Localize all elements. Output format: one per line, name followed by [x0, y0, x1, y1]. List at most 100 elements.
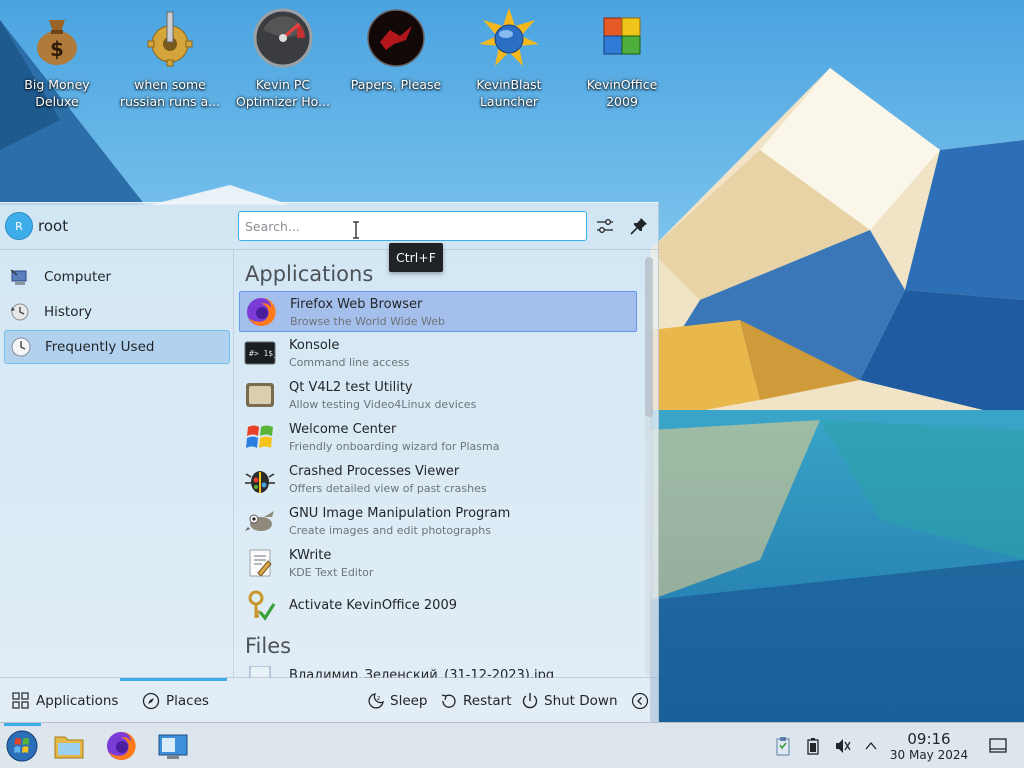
restart-label: Restart — [463, 692, 512, 709]
app-description: Offers detailed view of past crashes — [289, 482, 487, 495]
scrollbar-handle[interactable] — [645, 257, 653, 417]
app-item-konsole[interactable]: #> 1$_ Konsole Command line access — [239, 333, 637, 374]
firefox-icon — [247, 297, 276, 326]
app-item-kwrite[interactable]: KWrite KDE Text Editor — [239, 543, 637, 584]
desktop-icon-label: Kevin PC Optimizer Ho... — [236, 77, 330, 109]
app-name: Activate KevinOffice 2009 — [289, 598, 457, 613]
clock-time[interactable]: 09:16 — [896, 730, 962, 748]
show-hidden-icons-button[interactable] — [860, 735, 882, 757]
system-settings-button[interactable] — [155, 728, 191, 764]
clock-icon — [11, 337, 31, 357]
grid-icon — [12, 691, 29, 709]
sidebar-item-frequently-used[interactable]: Frequently Used — [4, 330, 230, 364]
power-icon — [522, 692, 538, 708]
clock-date[interactable]: 30 May 2024 — [886, 748, 972, 762]
app-description: Create images and edit photographs — [289, 524, 492, 537]
username: root — [38, 217, 69, 235]
app-name: Firefox Web Browser — [290, 297, 423, 312]
file-manager-button[interactable] — [51, 728, 87, 764]
sliders-icon — [597, 219, 613, 233]
desktop-icon-kevin-pc-optimizer[interactable]: Kevin PC Optimizer Ho... — [228, 8, 338, 120]
svg-text:$: $ — [50, 37, 64, 61]
firefox-icon — [107, 731, 136, 760]
terminal-icon: #> 1$_ — [244, 341, 276, 365]
battery-icon — [807, 738, 819, 755]
shortcut-tooltip: Ctrl+F — [389, 243, 443, 272]
history-icon — [11, 303, 29, 321]
app-item-activate-kevinoffice[interactable]: Activate KevinOffice 2009 — [239, 586, 637, 627]
text-cursor-icon — [353, 221, 359, 239]
more-actions-button[interactable] — [631, 678, 649, 723]
desktop-icon-papers-please[interactable]: Papers, Please — [341, 8, 451, 120]
application-launcher: R root Computer — [0, 202, 659, 722]
section-title-files: Files — [245, 634, 292, 658]
app-name: Qt V4L2 test Utility — [289, 380, 413, 395]
launcher-header: R root — [0, 203, 659, 250]
sleep-icon: z — [368, 692, 384, 708]
gimp-icon — [245, 511, 274, 531]
app-description: Browse the World Wide Web — [290, 315, 446, 328]
desktop-icon-label: Papers, Please — [350, 77, 442, 92]
key-check-icon — [248, 590, 276, 621]
volume-tray[interactable] — [832, 735, 854, 757]
configure-button[interactable] — [594, 215, 616, 237]
app-item-crashed-processes-viewer[interactable]: Crashed Processes Viewer Offers detailed… — [239, 459, 637, 500]
app-name: Welcome Center — [289, 422, 397, 437]
taskbar: 09:16 30 May 2024 — [0, 722, 1024, 768]
app-item-qt-v4l2[interactable]: Qt V4L2 test Utility Allow testing Video… — [239, 375, 637, 416]
restart-icon — [441, 693, 456, 708]
avatar[interactable]: R — [5, 212, 33, 240]
app-item-welcome-center[interactable]: Welcome Center Friendly onboarding wizar… — [239, 417, 637, 458]
chevron-left-icon — [631, 692, 649, 709]
file-item[interactable]: Владимир_Зеленский_(31-12-2023).jpg — [239, 664, 639, 678]
windows-flag-icon — [246, 425, 273, 448]
sidebar-item-computer[interactable]: Computer — [4, 260, 230, 294]
launcher-footer: Applications Places z Sleep Restart Shut… — [0, 677, 659, 722]
tab-label: Applications — [36, 692, 119, 709]
desktop-icon-label: when some russian runs a... — [119, 77, 221, 109]
pin-button[interactable] — [628, 215, 650, 237]
system-settings-icon — [158, 734, 188, 759]
papers-please-icon — [367, 9, 425, 67]
section-title-applications: Applications — [245, 262, 374, 286]
app-description: Friendly onboarding wizard for Plasma — [289, 440, 500, 453]
pin-icon — [630, 218, 647, 235]
file-manager-icon — [54, 736, 84, 759]
office-icon — [603, 17, 641, 55]
app-item-firefox[interactable]: Firefox Web Browser Browse the World Wid… — [239, 291, 637, 332]
app-name: Crashed Processes Viewer — [289, 464, 460, 479]
gear-icon — [147, 11, 193, 67]
start-menu-icon — [6, 730, 38, 762]
show-desktop-icon — [989, 738, 1007, 753]
desktop-icon-label: KevinOffice 2009 — [586, 77, 658, 109]
shut-down-button[interactable]: Shut Down — [521, 678, 618, 723]
shut-down-label: Shut Down — [544, 692, 618, 709]
desktop-icon-kevinoffice-2009[interactable]: KevinOffice 2009 — [567, 8, 677, 120]
sidebar-item-history[interactable]: History — [4, 295, 230, 329]
tab-places[interactable]: Places — [142, 678, 209, 723]
tray-expand-icon — [865, 741, 877, 750]
show-desktop-button[interactable] — [987, 735, 1009, 757]
tab-applications[interactable]: Applications — [12, 678, 118, 723]
tv-icon — [246, 383, 274, 407]
firefox-taskbar-button[interactable] — [103, 728, 139, 764]
search-input[interactable] — [238, 211, 587, 241]
money-bag-icon: $ — [37, 20, 77, 65]
clipboard-tray[interactable] — [772, 735, 794, 757]
desktop-icon-kevinblast-launcher[interactable]: KevinBlast Launcher — [454, 8, 564, 120]
tab-label: Places — [166, 692, 209, 709]
app-item-gimp[interactable]: GNU Image Manipulation Program Create im… — [239, 501, 637, 542]
sidebar-item-label: Computer — [44, 269, 112, 285]
desktop-icon-big-money-deluxe[interactable]: $ Big Money Deluxe — [2, 8, 112, 120]
sleep-button[interactable]: z Sleep — [367, 678, 428, 723]
restart-button[interactable]: Restart — [440, 678, 512, 723]
start-menu-button[interactable] — [4, 728, 40, 764]
computer-icon — [10, 269, 27, 285]
desktop-icon-label: Big Money Deluxe — [24, 77, 90, 109]
desktop-icon-russian-gear[interactable]: when some russian runs a... — [115, 8, 225, 120]
battery-tray[interactable] — [802, 735, 824, 757]
app-description: Allow testing Video4Linux devices — [289, 398, 477, 411]
sleep-label: Sleep — [390, 692, 428, 709]
svg-text:z: z — [377, 695, 380, 702]
app-name: Konsole — [289, 338, 340, 353]
